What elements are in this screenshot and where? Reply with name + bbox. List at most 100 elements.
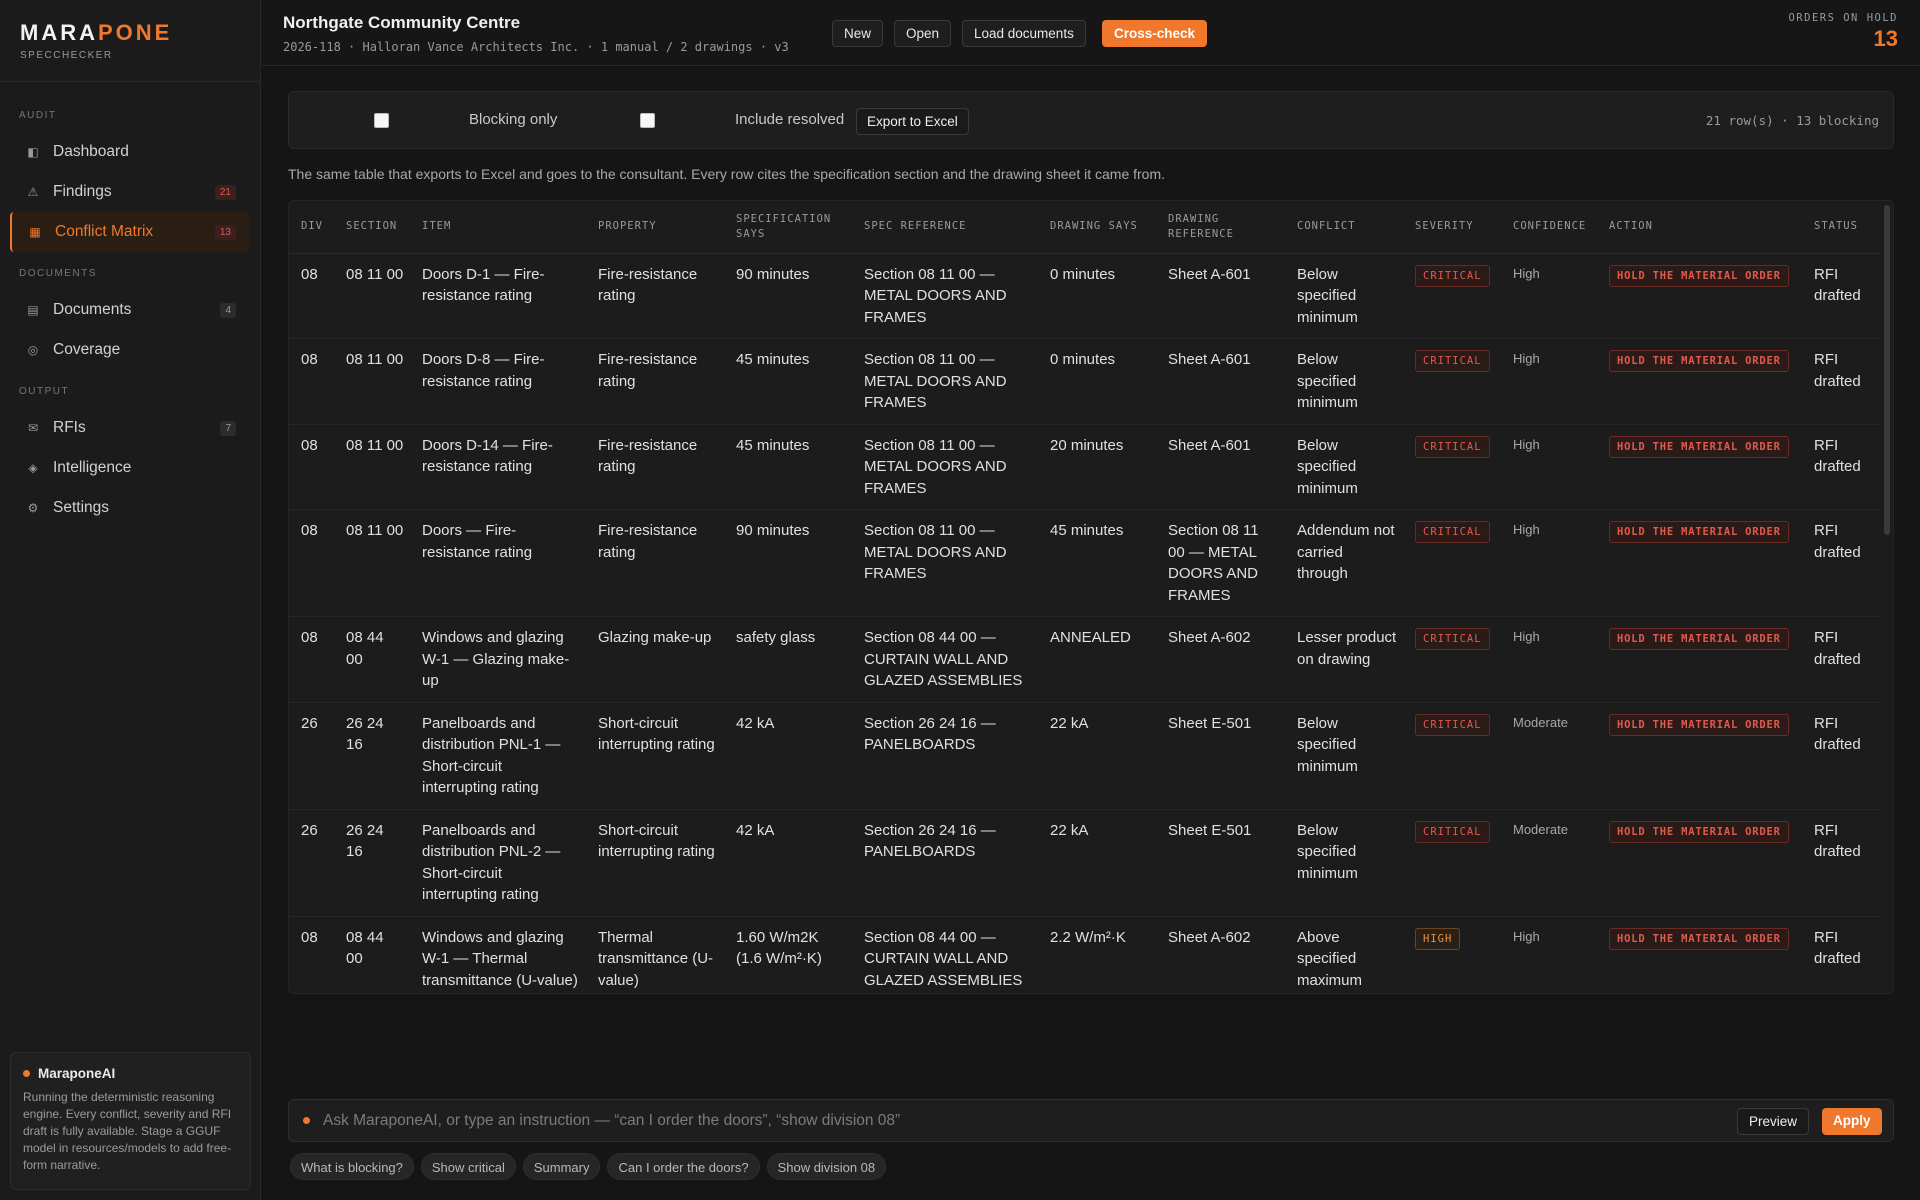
column-header[interactable]: SPECIFICATION SAYS	[724, 201, 852, 254]
sidebar-item-conflict-matrix[interactable]: ▦ Conflict Matrix 13	[10, 212, 250, 252]
cell-section: 08 44 00	[334, 616, 410, 703]
sidebar-item-rfis[interactable]: ✉ RFIs 7	[10, 408, 250, 448]
action-badge[interactable]: HOLD THE MATERIAL ORDER	[1609, 350, 1789, 372]
export-excel-button[interactable]: Export to Excel	[856, 108, 969, 135]
action-badge[interactable]: HOLD THE MATERIAL ORDER	[1609, 521, 1789, 543]
cell-confidence: High	[1501, 616, 1597, 703]
preview-button[interactable]: Preview	[1737, 1108, 1810, 1135]
action-badge[interactable]: HOLD THE MATERIAL ORDER	[1609, 435, 1789, 458]
sidebar-item-intelligence[interactable]: ◈ Intelligence	[10, 448, 250, 488]
cell-div: 08	[289, 509, 334, 617]
sidebar-item-findings[interactable]: ⚠ Findings 21	[10, 172, 250, 212]
cell-status: RFI drafted	[1802, 424, 1881, 510]
cell-property: Fire-resistance rating	[586, 424, 724, 510]
cell-drawing-says: 22 kA	[1038, 702, 1156, 810]
sidebar: MARAPONE SPECCHECKER AUDIT ◧ Dashboard ⚠…	[0, 0, 261, 1200]
cell-conflict: Below specified minimum	[1285, 253, 1403, 339]
column-header[interactable]: DIV	[289, 201, 334, 254]
severity-badge: CRITICAL	[1415, 350, 1490, 372]
ask-input[interactable]	[323, 1109, 1663, 1133]
nav-section-output: OUTPUT	[19, 386, 70, 397]
conflict-matrix-table: DIV SECTION ITEM PROPERTY SPECIFICATION …	[288, 200, 1894, 994]
cell-drawing-says: 0 minutes	[1038, 253, 1156, 339]
cell-drawing-says: 22 kA	[1038, 809, 1156, 917]
cell-status: RFI drafted	[1802, 809, 1881, 917]
action-badge[interactable]: HOLD THE MATERIAL ORDER	[1609, 713, 1789, 736]
cell-spec-says: 90 minutes	[724, 253, 852, 339]
table-row[interactable]: 26 26 24 16 Panelboards and distribution P…	[289, 809, 1881, 917]
cell-spec-says: 90 minutes	[724, 509, 852, 617]
blocking-only-label: Blocking only	[469, 111, 558, 128]
suggestion-chip[interactable]: What is blocking?	[290, 1153, 414, 1180]
column-header[interactable]: PROPERTY	[586, 201, 724, 254]
cell-item: Doors — Fire-resistance rating	[410, 509, 586, 617]
column-header[interactable]: CONFIDENCE	[1501, 201, 1597, 254]
action-badge[interactable]: HOLD THE MATERIAL ORDER	[1609, 264, 1789, 287]
cell-conflict: Above specified maximum	[1285, 916, 1403, 993]
sidebar-item-documents[interactable]: ▤ Documents 4	[10, 290, 250, 330]
sidebar-item-dashboard[interactable]: ◧ Dashboard	[10, 132, 250, 172]
action-badge[interactable]: HOLD THE MATERIAL ORDER	[1609, 628, 1789, 650]
suggestion-chip[interactable]: Show division 08	[766, 1153, 887, 1180]
table-row[interactable]: 08 08 11 00 Doors D-14 — Fire-resistance r…	[289, 424, 1881, 510]
brand-name-accent: PONE	[98, 20, 173, 45]
table-row[interactable]: 26 26 24 16 Panelboards and distribution P…	[289, 702, 1881, 810]
blocking-only-checkbox[interactable]	[374, 113, 389, 128]
table-description: The same table that exports to Excel and…	[288, 166, 1166, 182]
cell-status: RFI drafted	[1802, 253, 1881, 339]
mail-icon: ✉	[27, 421, 39, 435]
cell-drawing-says: 20 minutes	[1038, 424, 1156, 510]
severity-badge: HIGH	[1415, 927, 1461, 950]
cell-severity: CRITICAL	[1403, 702, 1501, 810]
cell-confidence: High	[1501, 916, 1597, 993]
table-row[interactable]: 08 08 44 00 Windows and glazing W-1 — Glaz…	[289, 616, 1881, 703]
table-row[interactable]: 08 08 11 00 Doors D-8 — Fire-resistance ra…	[289, 338, 1881, 425]
cell-action: HOLD THE MATERIAL ORDER	[1597, 253, 1802, 339]
cell-drawing-ref: Sheet A-602	[1156, 616, 1285, 703]
column-header[interactable]: SPEC REFERENCE	[852, 201, 1038, 254]
cell-drawing-says: 45 minutes	[1038, 509, 1156, 617]
apply-button[interactable]: Apply	[1822, 1108, 1882, 1135]
sidebar-item-coverage[interactable]: ◎ Coverage	[10, 330, 250, 370]
suggestion-chip[interactable]: Summary	[522, 1153, 601, 1180]
cross-check-button[interactable]: Cross-check	[1102, 20, 1208, 47]
load-documents-button[interactable]: Load documents	[962, 20, 1086, 47]
include-resolved-checkbox[interactable]	[640, 113, 655, 128]
cell-status: RFI drafted	[1802, 702, 1881, 810]
brand-logo[interactable]: MARAPONE	[20, 20, 240, 46]
new-button[interactable]: New	[832, 20, 884, 47]
column-header[interactable]: CONFLICT	[1285, 201, 1403, 254]
project-title: Northgate Community Centre	[283, 13, 521, 32]
cell-drawing-ref: Sheet E-501	[1156, 702, 1285, 810]
cell-section: 26 24 16	[334, 809, 410, 917]
cell-spec-ref: Section 08 11 00 — METAL DOORS AND FRAME…	[852, 338, 1038, 425]
column-header[interactable]: SEVERITY	[1403, 201, 1501, 254]
table-row[interactable]: 08 08 11 00 Doors — Fire-resistance rating…	[289, 509, 1881, 617]
sidebar-item-settings[interactable]: ⚙ Settings	[10, 488, 250, 528]
table-row[interactable]: 08 08 44 00 Windows and glazing W-1 — Ther…	[289, 916, 1881, 993]
cell-severity: HIGH	[1403, 916, 1501, 993]
action-badge[interactable]: HOLD THE MATERIAL ORDER	[1609, 820, 1789, 843]
include-resolved-label: Include resolved	[735, 111, 845, 128]
cell-confidence: High	[1501, 424, 1597, 510]
suggestion-chip[interactable]: Can I order the doors?	[607, 1153, 760, 1180]
cell-div: 08	[289, 616, 334, 703]
table-scrollbar[interactable]	[1884, 205, 1890, 535]
column-header[interactable]: DRAWING REFERENCE	[1156, 201, 1285, 254]
nav-section-documents: DOCUMENTS	[19, 268, 97, 279]
severity-badge: CRITICAL	[1415, 628, 1490, 650]
cell-spec-says: 42 kA	[724, 702, 852, 810]
suggestion-chip[interactable]: Show critical	[420, 1153, 516, 1180]
column-header[interactable]: ACTION	[1597, 201, 1802, 254]
cell-action: HOLD THE MATERIAL ORDER	[1597, 424, 1802, 510]
cell-drawing-says: 2.2 W/m²·K	[1038, 916, 1156, 993]
cell-div: 26	[289, 702, 334, 810]
cell-conflict: Below specified minimum	[1285, 702, 1403, 810]
column-header[interactable]: ITEM	[410, 201, 586, 254]
table-row[interactable]: 08 08 11 00 Doors D-1 — Fire-resistance ra…	[289, 253, 1881, 339]
column-header[interactable]: SECTION	[334, 201, 410, 254]
open-button[interactable]: Open	[894, 20, 952, 47]
column-header[interactable]: DRAWING SAYS	[1038, 201, 1156, 254]
column-header[interactable]: STATUS	[1802, 201, 1881, 254]
action-badge[interactable]: HOLD THE MATERIAL ORDER	[1609, 927, 1789, 950]
